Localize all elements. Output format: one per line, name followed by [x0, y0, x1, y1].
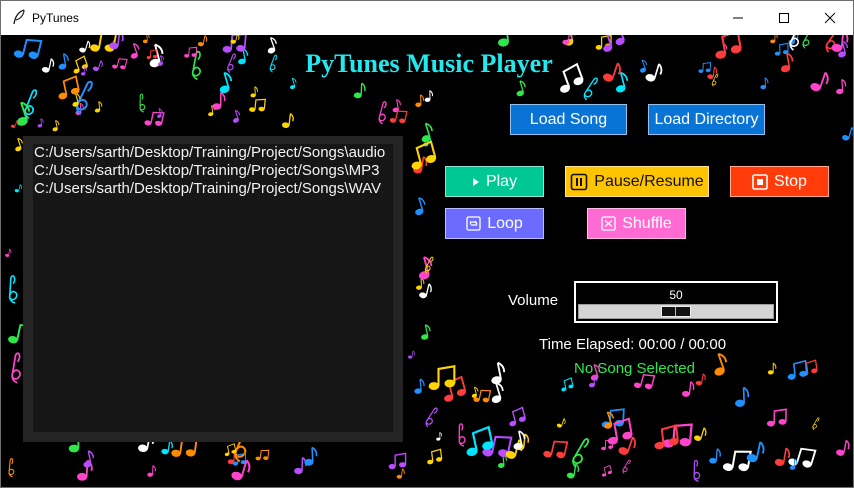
- playlist-listbox[interactable]: C:/Users/sarth/Desktop/Training/Project/…: [33, 144, 393, 432]
- shuffle-label: Shuffle: [622, 214, 672, 232]
- play-button[interactable]: Play: [445, 166, 544, 197]
- stop-icon: [752, 173, 768, 190]
- play-label: Play: [485, 172, 518, 190]
- playlist-item[interactable]: C:/Users/sarth/Desktop/Training/Project/…: [33, 180, 393, 198]
- window-title: PyTunes: [32, 11, 79, 25]
- load-directory-label: Load Directory: [654, 110, 759, 128]
- load-song-button[interactable]: Load Song: [510, 104, 627, 135]
- app-window: PyTunes PyTunes Music Player Load Song L…: [0, 0, 854, 488]
- minimize-icon: [733, 17, 743, 19]
- feather-icon: [13, 9, 25, 25]
- pause-icon: [570, 173, 588, 191]
- minimize-button[interactable]: [715, 1, 761, 35]
- pause-resume-button[interactable]: Pause/Resume: [565, 166, 709, 197]
- stop-button[interactable]: Stop: [730, 166, 829, 197]
- playlist-item[interactable]: C:/Users/sarth/Desktop/Training/Project/…: [33, 144, 393, 162]
- volume-slider[interactable]: 50: [574, 281, 778, 323]
- pause-resume-label: Pause/Resume: [594, 172, 704, 190]
- loop-button[interactable]: Loop: [445, 208, 544, 239]
- volume-trough[interactable]: [578, 304, 774, 319]
- volume-label: Volume: [508, 292, 559, 309]
- loop-label: Loop: [487, 214, 523, 232]
- load-song-label: Load Song: [529, 110, 608, 128]
- loop-icon: [466, 216, 481, 231]
- playlist-panel: C:/Users/sarth/Desktop/Training/Project/…: [23, 136, 403, 442]
- maximize-button[interactable]: [761, 1, 807, 35]
- time-elapsed: Time Elapsed: 00:00 / 00:00: [539, 336, 727, 353]
- shuffle-button[interactable]: Shuffle: [587, 208, 686, 239]
- status-message: No Song Selected: [574, 360, 695, 377]
- close-button[interactable]: [807, 1, 853, 35]
- close-icon: [824, 12, 836, 24]
- play-icon: [472, 177, 480, 187]
- shuffle-icon: [601, 216, 616, 231]
- volume-thumb[interactable]: [661, 306, 691, 317]
- title-bar: PyTunes: [1, 1, 853, 35]
- maximize-icon: [779, 13, 789, 23]
- stop-label: Stop: [774, 172, 807, 190]
- volume-value: 50: [669, 288, 683, 302]
- player-area: PyTunes Music Player Load Song Load Dire…: [1, 35, 853, 487]
- app-heading: PyTunes Music Player: [305, 49, 553, 78]
- load-directory-button[interactable]: Load Directory: [648, 104, 765, 135]
- playlist-item[interactable]: C:/Users/sarth/Desktop/Training/Project/…: [33, 162, 393, 180]
